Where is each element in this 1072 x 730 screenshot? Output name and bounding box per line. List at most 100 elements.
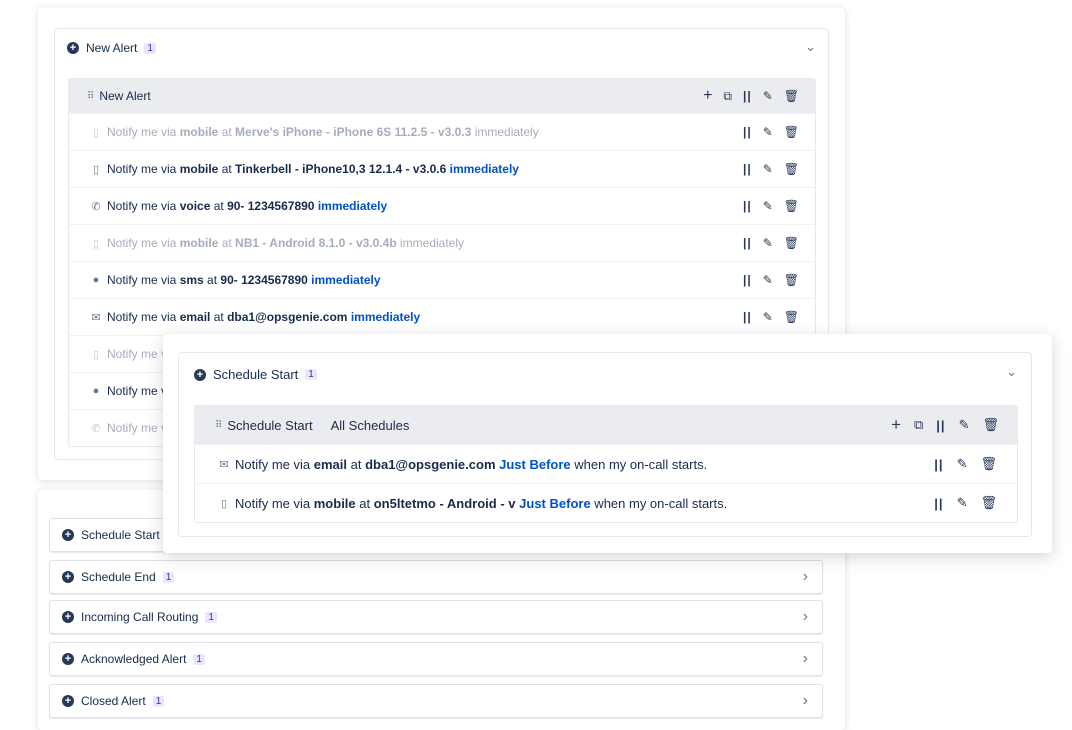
text: at — [203, 273, 221, 287]
pause-icon[interactable]: || — [743, 236, 752, 250]
mobile-icon: ▯ — [92, 237, 100, 250]
pause-icon[interactable]: || — [743, 89, 752, 103]
row-actions: || ✎ 🗑 — [743, 310, 799, 324]
pause-icon[interactable]: || — [743, 273, 752, 287]
text: when my on-call starts. — [590, 495, 728, 511]
pause-icon[interactable]: || — [936, 418, 945, 433]
add-circle-icon[interactable]: + — [62, 653, 74, 665]
method: voice — [179, 199, 211, 213]
rule-title: New Alert — [99, 89, 151, 103]
pause-icon[interactable]: || — [743, 162, 752, 176]
delete-icon[interactable]: 🗑 — [982, 417, 999, 433]
target: 90- 1234567890 — [227, 199, 315, 213]
text: Notify me via — [235, 456, 314, 472]
add-icon[interactable]: + — [703, 87, 712, 105]
target: Tinkerbell - iPhone10,3 12.1.4 - v3.0.6 — [235, 162, 447, 176]
delete-icon[interactable]: 🗑 — [784, 162, 799, 176]
edit-icon[interactable]: ✎ — [763, 199, 773, 213]
schedule-start-section: + Schedule Start 1 ⌄ ⠿ Schedule Start Al… — [178, 352, 1032, 537]
section-title: Schedule Start — [213, 367, 299, 382]
section-item[interactable]: + Incoming Call Routing 1 › — [49, 600, 823, 634]
edit-icon[interactable]: ✎ — [957, 495, 968, 511]
target: dba1@opsgenie.com — [365, 456, 496, 472]
delete-icon[interactable]: 🗑 — [784, 199, 799, 213]
chevron-right-icon[interactable]: › — [803, 650, 808, 668]
mobile-icon: ▯ — [92, 126, 100, 139]
edit-icon[interactable]: ✎ — [957, 456, 968, 472]
row-actions: || ✎ 🗑 — [934, 456, 997, 472]
section-title: Acknowledged Alert — [81, 652, 187, 666]
row-actions: || ✎ 🗑 — [743, 162, 799, 176]
add-circle-icon[interactable]: + — [62, 529, 74, 541]
add-circle-icon[interactable]: + — [67, 42, 79, 54]
email-icon: ✉ — [91, 311, 101, 324]
notification-rule-row: ▯ Notify me via mobile at Tinkerbell - iP… — [69, 150, 815, 187]
pause-icon[interactable]: || — [934, 457, 943, 472]
section-item[interactable]: + Acknowledged Alert 1 › — [49, 642, 823, 676]
chevron-down-icon[interactable]: ⌄ — [1006, 364, 1017, 380]
chevron-right-icon[interactable]: › — [803, 568, 808, 586]
copy-icon[interactable]: ⧉ — [723, 89, 732, 104]
pause-icon[interactable]: || — [743, 125, 752, 139]
edit-icon[interactable]: ✎ — [763, 310, 773, 324]
add-circle-icon[interactable]: + — [62, 571, 74, 583]
section-item[interactable]: + Closed Alert 1 › — [49, 684, 823, 718]
notification-rule-row: ▯ Notify me via mobile at Merve's iPhone … — [69, 113, 815, 150]
delete-icon[interactable]: 🗑 — [784, 125, 799, 139]
delete-icon[interactable]: 🗑 — [980, 495, 997, 511]
target: 90- 1234567890 — [220, 273, 308, 287]
add-circle-icon[interactable]: + — [62, 611, 74, 623]
schedule-start-header[interactable]: + Schedule Start 1 — [194, 367, 317, 382]
delete-icon[interactable]: 🗑 — [784, 236, 799, 250]
target: on5ltetmo - Android - v — [373, 495, 516, 511]
mobile-icon: ▯ — [92, 348, 100, 361]
text: at — [210, 310, 228, 324]
delete-icon[interactable]: 🗑 — [784, 89, 799, 103]
row-actions: || ✎ 🗑 — [743, 199, 799, 213]
section-item[interactable]: + Schedule End 1 › — [49, 560, 823, 594]
text: Notify me v — [107, 421, 168, 435]
notification-rule-row: ✉ Notify me via email at dba1@opsgenie.co… — [69, 298, 815, 335]
add-circle-icon[interactable]: + — [62, 695, 74, 707]
text: at — [210, 199, 228, 213]
chevron-right-icon[interactable]: › — [803, 692, 808, 710]
copy-icon[interactable]: ⧉ — [914, 417, 923, 433]
chevron-right-icon[interactable]: › — [803, 608, 808, 626]
edit-icon[interactable]: ✎ — [763, 273, 773, 287]
pause-icon[interactable]: || — [743, 199, 752, 213]
new-alert-header[interactable]: + New Alert 1 — [67, 41, 156, 55]
section-title: Schedule End — [81, 570, 156, 584]
delete-icon[interactable]: 🗑 — [784, 310, 799, 324]
row-actions: || ✎ 🗑 — [743, 125, 799, 139]
add-icon[interactable]: + — [891, 415, 901, 435]
notification-rule-row: ✆ Notify me via voice at 90- 1234567890 i… — [69, 187, 815, 224]
edit-icon[interactable]: ✎ — [763, 162, 773, 176]
pause-icon[interactable]: || — [743, 310, 752, 324]
drag-handle-icon[interactable]: ⠿ — [215, 420, 222, 431]
delete-icon[interactable]: 🗑 — [980, 456, 997, 472]
section-title: New Alert — [86, 41, 138, 55]
add-circle-icon[interactable]: + — [194, 368, 206, 381]
text: at — [355, 495, 374, 511]
chevron-down-icon[interactable]: ⌄ — [805, 39, 816, 55]
timing: Just Before — [519, 495, 591, 511]
delete-icon[interactable]: 🗑 — [784, 273, 799, 287]
edit-icon[interactable]: ✎ — [763, 125, 773, 139]
sms-icon: ● — [92, 274, 100, 286]
rule-actions: + ⧉ || ✎ 🗑 — [891, 415, 999, 435]
edit-icon[interactable]: ✎ — [763, 89, 773, 103]
rule-header: ⠿ Schedule Start All Schedules + ⧉ || ✎ … — [195, 406, 1017, 444]
notification-rule-row: ▯ Notify me via mobile at on5ltetmo - And… — [195, 483, 1017, 522]
pause-icon[interactable]: || — [934, 496, 943, 511]
edit-icon[interactable]: ✎ — [959, 417, 970, 433]
mobile-icon: ▯ — [92, 163, 100, 176]
rule-header: ⠿ New Alert + ⧉ || ✎ 🗑 — [69, 79, 815, 113]
mobile-icon: ▯ — [220, 497, 228, 510]
rule-scope: All Schedules — [330, 417, 410, 433]
edit-icon[interactable]: ✎ — [763, 236, 773, 250]
sms-icon: ● — [92, 385, 100, 397]
drag-handle-icon[interactable]: ⠿ — [87, 91, 94, 102]
timing: immediately — [449, 162, 519, 176]
text: Notify me via — [235, 495, 314, 511]
notification-rule-row: ✉ Notify me via email at dba1@opsgenie.co… — [195, 444, 1017, 483]
